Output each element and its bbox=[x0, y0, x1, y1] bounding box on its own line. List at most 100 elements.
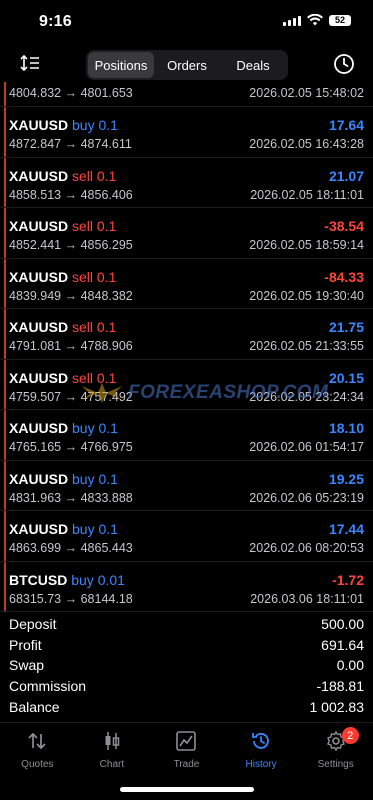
deal-prices: 4858.513 → 4856.406 bbox=[9, 187, 133, 202]
deal-row[interactable]: XAUUSD buy 0.1 17.64 4872.847 → 4874.611 20… bbox=[0, 107, 373, 158]
deal-volume: 0.1 bbox=[96, 319, 117, 335]
deal-row[interactable]: BTCUSD buy 0.01 -1.72 68315.73 → 68144.18 2… bbox=[0, 562, 373, 612]
segmented-control: Positions Orders Deals bbox=[86, 50, 288, 80]
tab-label: Settings bbox=[317, 759, 354, 770]
status-bar: 9:16 52 bbox=[0, 0, 373, 44]
tab-history[interactable]: History bbox=[224, 723, 299, 778]
deal-symbol: BTCUSD bbox=[9, 571, 68, 588]
tab-orders[interactable]: Orders bbox=[154, 52, 220, 78]
deal-time: 2026.03.06 18:11:01 bbox=[250, 591, 364, 606]
notification-badge: 2 bbox=[341, 727, 359, 744]
deal-row[interactable]: XAUUSD buy 0.1 18.10 4765.165 → 4766.975 20… bbox=[0, 410, 373, 461]
deal-symbol: XAUUSD bbox=[9, 521, 69, 537]
signal-icon bbox=[283, 15, 301, 26]
chart-icon bbox=[105, 732, 120, 750]
deal-row[interactable]: XAUUSD sell 0.1 -84.33 4839.949 → 4848.382… bbox=[0, 259, 373, 309]
deal-time: 2026.02.06 05:23:19 bbox=[249, 490, 364, 505]
summary-value: 500.00 bbox=[321, 616, 364, 633]
status-time: 9:16 bbox=[39, 13, 72, 30]
deal-time: 2026.02.06 08:20:53 bbox=[249, 541, 364, 555]
deal-volume: 0.1 bbox=[96, 369, 117, 386]
deal-profit: 20.15 bbox=[328, 369, 364, 386]
deals-list[interactable]: 4804.832 → 4801.653 2026.02.05 15:48:02 XA… bbox=[0, 82, 373, 612]
deal-row[interactable]: XAUUSD buy 0.1 17.44 4863.699 → 4865.443 20… bbox=[0, 511, 373, 562]
tab-positions[interactable]: Positions bbox=[88, 52, 154, 78]
tab-deals[interactable]: Deals bbox=[220, 52, 286, 78]
deal-side: sell bbox=[72, 268, 94, 285]
tab-quotes[interactable]: Quotes bbox=[0, 723, 75, 778]
deal-prices: 4839.949 → 4848.382 bbox=[9, 288, 133, 303]
deal-profit: -1.72 bbox=[332, 571, 364, 588]
deal-profit: 21.75 bbox=[328, 319, 364, 335]
summary-label: Deposit bbox=[9, 616, 57, 633]
summary-value: 691.64 bbox=[321, 636, 364, 653]
deal-prices: 4791.081 → 4788.906 bbox=[9, 339, 133, 353]
deal-prices: 4831.963 → 4833.888 bbox=[9, 490, 133, 505]
deal-row[interactable]: XAUUSD buy 0.1 19.25 4831.963 → 4833.888 20… bbox=[0, 461, 373, 511]
deal-time: 2026.02.05 19:30:40 bbox=[249, 288, 364, 303]
tab-settings[interactable]: 2 Settings bbox=[298, 723, 373, 778]
deal-prices: 68315.73 → 68144.18 bbox=[9, 591, 133, 606]
deal-prices: 4852.441 → 4856.295 bbox=[9, 238, 133, 252]
deal-time: 2026.02.05 23:24:34 bbox=[249, 389, 364, 404]
deal-profit: 21.07 bbox=[328, 167, 364, 184]
clock-icon[interactable] bbox=[333, 53, 355, 75]
deal-volume: 0.1 bbox=[96, 167, 117, 184]
history-icon bbox=[252, 733, 269, 749]
quotes-icon bbox=[28, 732, 46, 750]
summary-label: Profit bbox=[9, 636, 42, 653]
summary-section: Deposit 500.00 Profit 691.64 Swap 0.00 C… bbox=[0, 614, 373, 717]
deal-time: 2026.02.05 15:48:02 bbox=[249, 86, 364, 100]
summary-deposit: Deposit 500.00 bbox=[0, 614, 373, 635]
tab-label: Chart bbox=[99, 759, 125, 770]
deal-title: XAUUSD sell 0.1 bbox=[9, 168, 116, 184]
summary-value: -188.81 bbox=[316, 678, 364, 695]
deal-profit: -84.33 bbox=[324, 268, 364, 285]
deal-side: buy bbox=[72, 420, 95, 436]
summary-swap: Swap 0.00 bbox=[0, 655, 373, 676]
deal-title: XAUUSD buy 0.1 bbox=[9, 117, 118, 133]
deal-symbol: XAUUSD bbox=[9, 268, 69, 285]
deal-row[interactable]: 4804.832 → 4801.653 2026.02.05 15:48:02 bbox=[0, 82, 373, 107]
deal-symbol: XAUUSD bbox=[9, 420, 69, 436]
deal-profit: 17.44 bbox=[328, 521, 364, 537]
deal-row[interactable]: XAUUSD sell 0.1 -38.54 4852.441 → 4856.295… bbox=[0, 208, 373, 259]
deal-side: buy bbox=[72, 521, 95, 537]
deal-profit: 19.25 bbox=[328, 470, 364, 487]
status-icons: 52 bbox=[283, 14, 351, 26]
deal-row[interactable]: XAUUSD sell 0.1 21.07 4858.513 → 4856.406 2… bbox=[0, 158, 373, 208]
deal-volume: 0.1 bbox=[98, 117, 118, 133]
summary-value: 0.00 bbox=[336, 657, 364, 674]
home-indicator[interactable] bbox=[120, 787, 254, 792]
deal-volume: 0.1 bbox=[98, 470, 118, 487]
deal-side: buy bbox=[72, 470, 95, 487]
bottom-tab-bar: Quotes Chart Trade History 2 Settings bbox=[0, 722, 373, 778]
summary-value: 1 002.83 bbox=[309, 698, 365, 715]
tab-trade[interactable]: Trade bbox=[149, 723, 224, 778]
deal-side: sell bbox=[72, 218, 94, 234]
deal-side: buy bbox=[72, 117, 95, 133]
deal-time: 2026.02.05 21:33:55 bbox=[249, 339, 364, 353]
sort-icon[interactable] bbox=[20, 54, 40, 72]
deal-volume: 0.1 bbox=[98, 521, 118, 537]
summary-label: Swap bbox=[9, 657, 45, 674]
deal-time: 2026.02.05 16:43:28 bbox=[249, 137, 364, 151]
deal-prices: 4872.847 → 4874.611 bbox=[9, 137, 132, 151]
deal-row[interactable]: XAUUSD sell 0.1 20.15 4759.507 → 4757.492 2… bbox=[0, 360, 373, 410]
deal-profit: 18.10 bbox=[328, 420, 364, 436]
deal-symbol: XAUUSD bbox=[9, 167, 69, 184]
summary-commission: Commission -188.81 bbox=[0, 676, 373, 697]
deal-title: XAUUSD buy 0.1 bbox=[9, 471, 118, 487]
summary-balance: Balance 1 002.83 bbox=[0, 696, 373, 717]
deal-title: BTCUSD buy 0.01 bbox=[9, 572, 125, 588]
deal-prices: 4863.699 → 4865.443 bbox=[9, 541, 133, 555]
summary-label: Commission bbox=[9, 678, 87, 695]
tab-label: Quotes bbox=[21, 759, 54, 770]
tab-chart[interactable]: Chart bbox=[75, 723, 150, 778]
deal-title: XAUUSD buy 0.1 bbox=[9, 420, 118, 436]
deal-symbol: XAUUSD bbox=[9, 319, 69, 335]
deal-symbol: XAUUSD bbox=[9, 470, 69, 487]
deal-side: buy bbox=[71, 571, 94, 588]
deal-prices: 4804.832 → 4801.653 bbox=[9, 86, 133, 100]
deal-row[interactable]: XAUUSD sell 0.1 21.75 4791.081 → 4788.906 2… bbox=[0, 309, 373, 360]
